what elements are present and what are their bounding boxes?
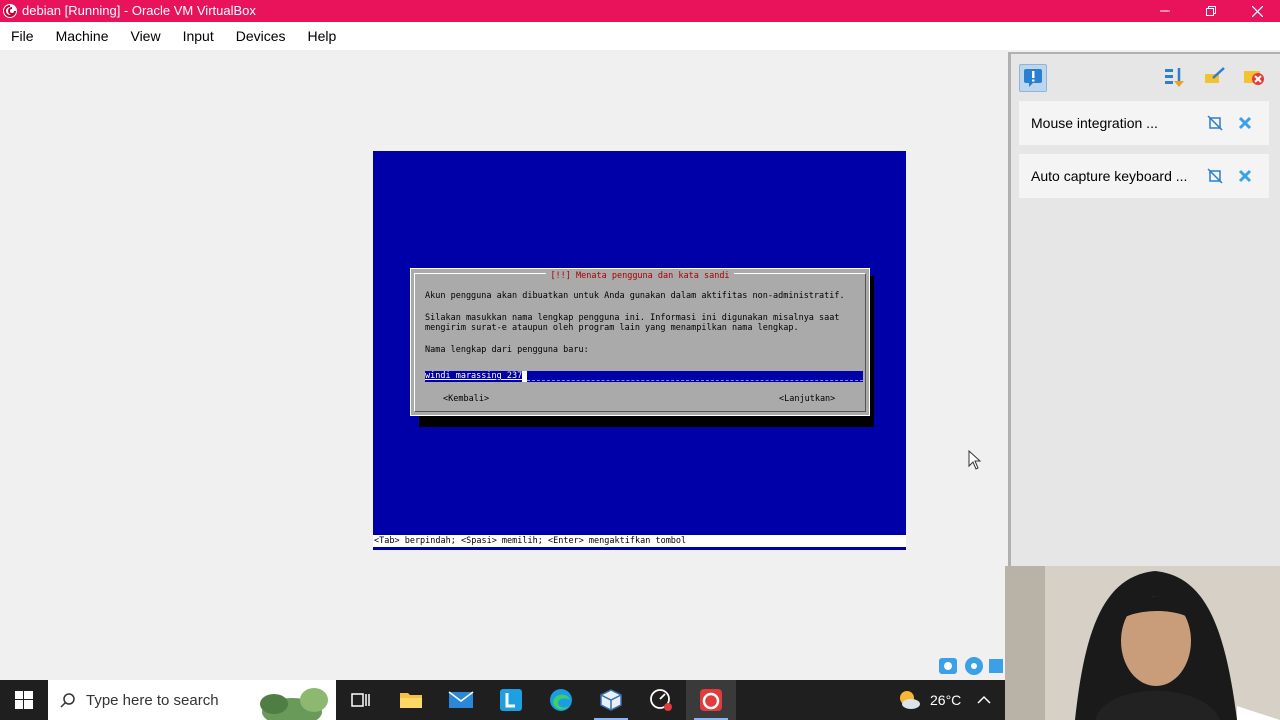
restore-button[interactable]	[1188, 0, 1234, 22]
taskbar-debian-vm[interactable]	[686, 680, 736, 720]
start-button[interactable]	[0, 680, 48, 720]
search-icon	[60, 693, 75, 708]
folder-icon	[400, 693, 422, 708]
virtualbox-cube-icon	[600, 689, 622, 711]
notification-mouse-integration[interactable]: Mouse integration ...	[1019, 101, 1269, 145]
exclamation-bubble-icon	[1024, 69, 1042, 87]
notification-label: Mouse integration ...	[1031, 115, 1158, 131]
full-name-input[interactable]: windi marassing_237	[425, 371, 863, 382]
taskbar-file-explorer[interactable]	[386, 680, 436, 720]
windows-logo-icon	[15, 691, 33, 709]
dialog-text-line1: Akun pengguna akan dibuatkan untuk Anda …	[425, 291, 845, 301]
installer-dialog: [!!] Menata pengguna dan kata sandi Akun…	[410, 268, 870, 416]
chevron-up-icon[interactable]	[977, 695, 991, 705]
menu-view[interactable]: View	[119, 22, 171, 50]
notification-label: Auto capture keyboard ...	[1031, 168, 1188, 184]
taskbar-mail[interactable]	[436, 680, 486, 720]
menu-bar: File Machine View Input Devices Help	[0, 22, 1280, 50]
notification-center: Mouse integration ... Auto capture keybo…	[1008, 52, 1280, 567]
presenter-video-icon	[1005, 566, 1280, 720]
debian-vm-icon	[700, 689, 722, 711]
weather-partly-sunny-icon[interactable]	[896, 687, 922, 713]
menu-file[interactable]: File	[0, 22, 45, 50]
notification-toolbar	[1011, 54, 1280, 98]
full-name-value: windi marassing_237	[425, 371, 523, 382]
full-name-prompt: Nama lengkap dari pengguna baru:	[425, 345, 589, 355]
input-remaining	[527, 371, 863, 381]
windows-taskbar: Type here to search 26°C	[0, 680, 1005, 720]
notification-toggle-button[interactable]	[1019, 64, 1047, 92]
sort-notifications-button[interactable]	[1161, 64, 1189, 92]
optical-drive-icon[interactable]	[963, 655, 985, 677]
screen-recorder-icon	[650, 689, 672, 711]
menu-machine[interactable]: Machine	[45, 22, 120, 50]
dialog-text-line2: Silakan masukkan nama lengkap pengguna i…	[425, 313, 840, 323]
window-title: debian [Running] - Oracle VM VirtualBox	[22, 3, 256, 18]
menu-input[interactable]: Input	[172, 22, 225, 50]
taskbar-search-box[interactable]: Type here to search	[48, 680, 336, 720]
system-tray: 26°C	[896, 680, 991, 720]
weather-temperature[interactable]: 26°C	[930, 692, 961, 708]
mouse-pointer-icon	[968, 450, 982, 470]
clear-all-button[interactable]	[1241, 64, 1269, 92]
search-placeholder: Type here to search	[86, 691, 219, 709]
dismiss-icon[interactable]	[1237, 115, 1253, 131]
clear-notifications-icon	[1244, 71, 1264, 85]
search-highlight-illustration-icon	[260, 688, 328, 720]
vm-display-area[interactable]: [!!] Menata pengguna dan kata sandi Akun…	[0, 50, 1008, 680]
close-icon	[1251, 5, 1263, 17]
task-view-button[interactable]	[336, 680, 386, 720]
guest-screen[interactable]: [!!] Menata pengguna dan kata sandi Akun…	[373, 151, 906, 550]
mail-icon	[448, 691, 474, 708]
webcam-overlay	[1005, 566, 1280, 720]
close-button[interactable]	[1234, 0, 1280, 22]
edge-browser-icon	[550, 689, 572, 711]
task-view-icon	[351, 693, 370, 707]
taskbar-recorder[interactable]	[636, 680, 686, 720]
continue-button[interactable]: <Lanjutkan>	[779, 394, 835, 404]
l-app-icon	[500, 689, 522, 711]
network-icon[interactable]	[987, 655, 1005, 677]
installer-help-line: <Tab> berpindah; <Spasi> memilih; <Enter…	[373, 535, 906, 547]
debian-swirl-icon	[3, 4, 17, 18]
minimize-icon	[1160, 10, 1170, 12]
menu-devices[interactable]: Devices	[225, 22, 297, 50]
menu-help[interactable]: Help	[297, 22, 348, 50]
restore-icon	[1206, 6, 1216, 16]
minimize-button[interactable]	[1142, 0, 1188, 22]
taskbar-virtualbox[interactable]	[586, 680, 636, 720]
dialog-title: [!!] Menata pengguna dan kata sandi	[415, 271, 865, 281]
broom-icon	[1205, 67, 1225, 83]
do-not-show-icon[interactable]	[1207, 115, 1223, 131]
hard-disk-activity-icon[interactable]	[937, 655, 959, 677]
mark-all-read-button[interactable]	[1201, 64, 1229, 92]
do-not-show-icon[interactable]	[1207, 168, 1223, 184]
sort-icon	[1165, 68, 1184, 87]
dialog-text-line3: mengirim surat-e ataupun oleh program la…	[425, 323, 799, 333]
title-bar: debian [Running] - Oracle VM VirtualBox	[0, 0, 1280, 22]
dismiss-icon[interactable]	[1237, 168, 1253, 184]
dialog-frame: [!!] Menata pengguna dan kata sandi Akun…	[414, 271, 866, 412]
back-button[interactable]: <Kembali>	[443, 394, 489, 404]
taskbar-edge[interactable]	[536, 680, 586, 720]
taskbar-l-app[interactable]	[486, 680, 536, 720]
notification-auto-capture-keyboard[interactable]: Auto capture keyboard ...	[1019, 154, 1269, 198]
